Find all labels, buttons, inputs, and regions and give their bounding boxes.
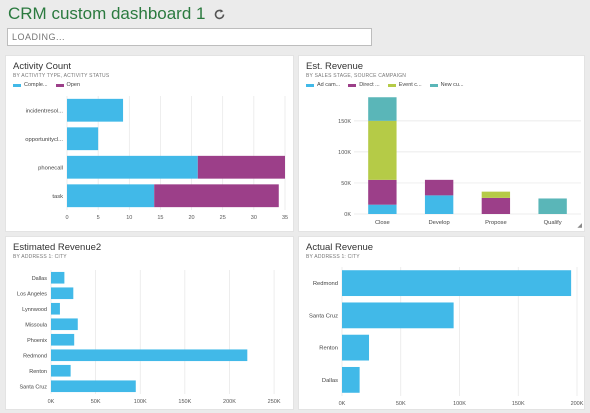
bar bbox=[51, 287, 74, 300]
bar bbox=[51, 271, 65, 284]
estimated-revenue2-chart: 0K 50K 100K 150K 200K 250K Dallas Los Angeles Ly… bbox=[17, 270, 281, 405]
estimated-revenue2-panel[interactable]: Estimated Revenue2 BY ADDRESS 1: CITY 0K… bbox=[5, 236, 294, 410]
search-input[interactable] bbox=[7, 28, 372, 46]
x-tick-label: 150K bbox=[512, 401, 525, 407]
y-category-label: task bbox=[52, 194, 63, 200]
bar bbox=[342, 270, 572, 297]
bar bbox=[481, 191, 511, 198]
y-tick-label: 150K bbox=[338, 119, 351, 125]
x-tick-label: 10 bbox=[126, 215, 132, 221]
actual-revenue-chart: 0K 50K 100K 150K 200K Redmond Santa Cruz Renton… bbox=[309, 267, 584, 407]
refresh-icon[interactable] bbox=[213, 8, 226, 21]
y-category-label: Renton bbox=[29, 369, 47, 375]
y-tick-label: 100K bbox=[338, 150, 351, 156]
bar bbox=[368, 204, 397, 214]
y-category-label: phonecall bbox=[38, 165, 63, 171]
y-category-label: Santa Cruz bbox=[309, 313, 338, 319]
x-tick-label: 200K bbox=[223, 399, 236, 405]
bar bbox=[342, 366, 360, 393]
resize-handle-icon[interactable]: ◢ bbox=[577, 222, 582, 229]
y-category-label: Dallas bbox=[32, 276, 48, 282]
x-tick-label: 50K bbox=[91, 399, 101, 405]
y-tick-label: 0K bbox=[344, 212, 351, 218]
y-category-label: Redmond bbox=[23, 353, 47, 359]
y-tick-label: 50K bbox=[341, 181, 351, 187]
bar bbox=[197, 155, 285, 179]
bar bbox=[368, 120, 397, 180]
x-category-label: Develop bbox=[428, 220, 449, 226]
y-category-label: Phoenix bbox=[27, 338, 47, 344]
bar bbox=[368, 97, 397, 121]
x-category-label: Propose bbox=[485, 220, 507, 226]
x-tick-label: 5 bbox=[97, 215, 100, 221]
dashboard-title: CRM custom dashboard 1 bbox=[8, 4, 206, 23]
bar bbox=[342, 334, 370, 361]
y-category-label: opportunitycl... bbox=[25, 137, 63, 143]
bar bbox=[154, 184, 279, 208]
y-category-label: Lynnwood bbox=[22, 307, 47, 313]
x-tick-label: 30 bbox=[251, 215, 257, 221]
bar bbox=[481, 197, 511, 214]
x-tick-label: 50K bbox=[396, 401, 406, 407]
x-tick-label: 100K bbox=[453, 401, 466, 407]
bar bbox=[51, 349, 248, 362]
bar bbox=[51, 318, 78, 331]
x-tick-label: 200K bbox=[571, 401, 584, 407]
bar bbox=[67, 98, 124, 122]
x-tick-label: 0K bbox=[48, 399, 55, 405]
est-revenue-chart: 0K 50K 100K 150K Close Develop Propose Qualify bbox=[338, 97, 581, 226]
bar bbox=[51, 302, 60, 315]
est-revenue-panel[interactable]: Est. Revenue BY SALES STAGE, SOURCE CAMP… bbox=[298, 55, 585, 232]
y-category-label: Missoula bbox=[25, 322, 48, 328]
y-category-label: Santa Cruz bbox=[19, 384, 47, 390]
bar bbox=[51, 380, 136, 393]
y-category-label: Dallas bbox=[322, 378, 338, 384]
activity-count-panel[interactable]: Activity Count BY ACTIVITY TYPE, ACTIVIT… bbox=[5, 55, 294, 232]
activity-count-chart: 0 5 10 15 20 25 30 35 incidentresol... opportunit… bbox=[25, 96, 288, 221]
x-tick-label: 150K bbox=[178, 399, 191, 405]
bar bbox=[368, 179, 397, 205]
x-category-label: Close bbox=[375, 220, 390, 226]
y-category-label: Los Angeles bbox=[17, 291, 47, 297]
bar bbox=[67, 155, 198, 179]
x-tick-label: 0 bbox=[65, 215, 68, 221]
bar bbox=[51, 364, 71, 377]
bar bbox=[538, 198, 567, 214]
actual-revenue-panel[interactable]: Actual Revenue BY ADDRESS 1: CITY 0K 50K 1… bbox=[298, 236, 585, 410]
x-tick-label: 0K bbox=[339, 401, 346, 407]
bar bbox=[67, 127, 99, 151]
x-category-label: Qualify bbox=[544, 220, 562, 226]
y-category-label: Renton bbox=[319, 346, 338, 352]
y-category-label: incidentresol... bbox=[26, 108, 64, 114]
x-tick-label: 25 bbox=[220, 215, 226, 221]
bar bbox=[424, 195, 454, 214]
x-tick-label: 35 bbox=[282, 215, 288, 221]
x-tick-label: 100K bbox=[134, 399, 147, 405]
x-tick-label: 20 bbox=[189, 215, 195, 221]
y-category-label: Redmond bbox=[313, 281, 338, 287]
dashboard-header: CRM custom dashboard 1 bbox=[8, 3, 226, 25]
x-tick-label: 250K bbox=[268, 399, 281, 405]
x-tick-label: 15 bbox=[157, 215, 163, 221]
bar bbox=[51, 333, 75, 346]
bar bbox=[424, 179, 454, 196]
bar bbox=[342, 302, 454, 329]
bar bbox=[67, 184, 155, 208]
